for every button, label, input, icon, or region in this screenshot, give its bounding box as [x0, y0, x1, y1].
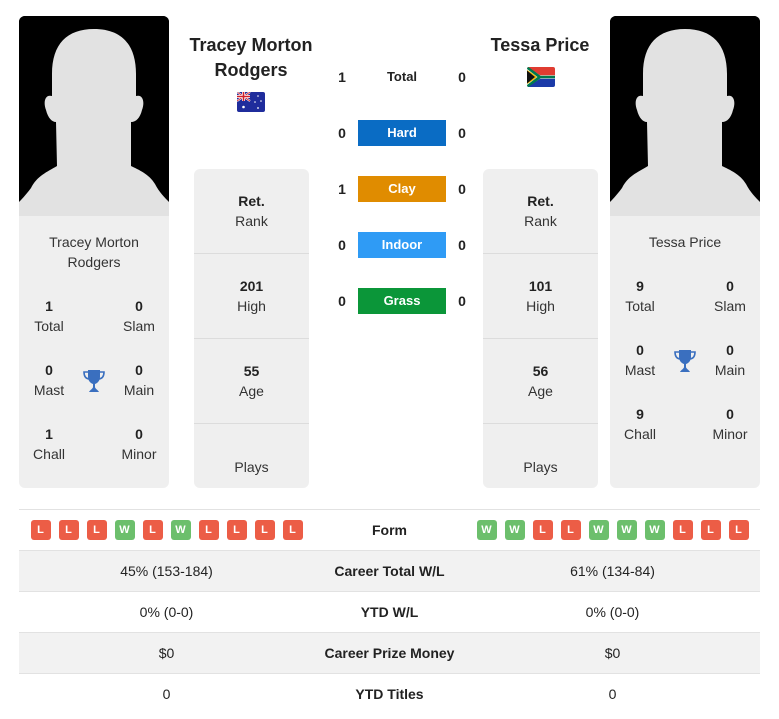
player1-career-prize-money: $0 — [158, 645, 175, 661]
h2h-clay-row: 1 Clay 0 — [330, 176, 475, 202]
ytd-titles-row: 0 YTD Titles 0 — [19, 673, 760, 714]
player1-ytd-titles: 0 — [162, 686, 171, 702]
player2-career-total-wl: 61% (134-84) — [570, 563, 655, 579]
player1-card-name: Tracey Morton Rodgers — [49, 234, 139, 270]
silhouette-icon — [19, 16, 169, 216]
form-label: Form — [372, 522, 407, 538]
form-result-badge[interactable]: L — [30, 520, 51, 540]
player2-ytd-wl: 0% (0-0) — [585, 604, 640, 620]
h2h-total-right: 0 — [458, 69, 466, 85]
player1-profile-card: Tracey Morton Rodgers 1 Total 0 Slam 0 M… — [19, 16, 169, 488]
player2-info-card: Ret. Rank 101 High 56 Age Plays — [483, 169, 598, 488]
south-africa-flag-icon — [527, 67, 555, 87]
surface-clay-badge[interactable]: Clay — [358, 176, 446, 202]
h2h-grass-right: 0 — [458, 293, 466, 309]
player2-titles-slam: 0 Slam — [714, 278, 746, 314]
ytd-titles-label: YTD Titles — [355, 686, 424, 702]
form-result-badge[interactable]: W — [114, 520, 135, 540]
h2h-hard-right: 0 — [458, 125, 466, 141]
surface-indoor-badge[interactable]: Indoor — [358, 232, 446, 258]
player2-form-list: WWLLWWWLLL — [465, 510, 760, 550]
player2-high: 101 High — [483, 254, 598, 339]
form-result-badge[interactable]: W — [170, 520, 191, 540]
form-row: LLLWLWLLLL Form WWLLWWWLLL — [19, 509, 760, 550]
player1-titles-minor: 0 Minor — [121, 426, 157, 462]
player2-form: WWLLWWWLLL — [465, 510, 760, 550]
form-result-badge[interactable]: L — [700, 520, 721, 540]
surface-grass-badge[interactable]: Grass — [358, 288, 446, 314]
player1-high: 201 High — [194, 254, 309, 339]
player2-career-prize-money: $0 — [604, 645, 621, 661]
silhouette-icon — [610, 16, 760, 216]
h2h-clay-left: 1 — [338, 181, 346, 197]
player2-titles-minor: 0 Minor — [712, 406, 748, 442]
h2h-grass-row: 0 Grass 0 — [330, 288, 475, 314]
player1-form: LLLWLWLLLL — [19, 510, 314, 550]
form-result-badge[interactable]: L — [86, 520, 107, 540]
player2-photo-placeholder — [610, 16, 760, 216]
player1-titles-slam: 0 Slam — [123, 298, 155, 334]
player1-career-total-wl: 45% (153-184) — [120, 563, 213, 579]
player1-form-list: LLLWLWLLLL — [19, 510, 314, 550]
player2-profile-card: Tessa Price 9 Total 0 Slam 0 Mast 0 Main… — [610, 16, 760, 488]
h2h-hard-row: 0 Hard 0 — [330, 120, 475, 146]
form-result-badge[interactable]: W — [504, 520, 525, 540]
player2-titles-total: 9 Total — [625, 278, 655, 314]
ytd-wl-row: 0% (0-0) YTD W/L 0% (0-0) — [19, 591, 760, 632]
form-result-badge[interactable]: L — [198, 520, 219, 540]
player1-titles-mast: 0 Mast — [33, 362, 65, 398]
player1-titles-total: 1 Total — [34, 298, 64, 334]
form-result-badge[interactable]: L — [532, 520, 553, 540]
player1-ytd-wl: 0% (0-0) — [139, 604, 194, 620]
form-result-badge[interactable]: L — [58, 520, 79, 540]
player1-plays: Plays — [234, 458, 269, 475]
player2-titles-main: 0 Main — [714, 342, 746, 378]
form-result-badge[interactable]: W — [476, 520, 497, 540]
form-result-badge[interactable]: L — [282, 520, 303, 540]
h2h-total-row: 1 Total 0 — [330, 64, 475, 90]
career-prize-money-label: Career Prize Money — [324, 645, 455, 661]
career-total-wl-row: 45% (153-184) Career Total W/L 61% (134-… — [19, 550, 760, 591]
surface-hard-badge[interactable]: Hard — [358, 120, 446, 146]
player1-titles-chall: 1 Chall — [33, 426, 65, 462]
player2-age: 56 Age — [483, 339, 598, 424]
form-result-badge[interactable]: W — [616, 520, 637, 540]
form-result-badge[interactable]: W — [588, 520, 609, 540]
form-result-badge[interactable]: W — [644, 520, 665, 540]
form-result-badge[interactable]: L — [254, 520, 275, 540]
form-result-badge[interactable]: L — [728, 520, 749, 540]
h2h-clay-right: 0 — [458, 181, 466, 197]
player1-age: 55 Age — [194, 339, 309, 424]
ytd-wl-label: YTD W/L — [360, 604, 419, 620]
career-total-wl-label: Career Total W/L — [334, 563, 445, 579]
h2h-indoor-row: 0 Indoor 0 — [330, 232, 475, 258]
player1-photo-placeholder — [19, 16, 169, 216]
player2-rank: Ret. Rank — [483, 169, 598, 254]
h2h-total-label: Total — [386, 69, 418, 84]
career-prize-money-row: $0 Career Prize Money $0 — [19, 632, 760, 673]
trophy-icon — [81, 368, 107, 394]
h2h-total-left: 1 — [338, 69, 346, 85]
form-result-badge[interactable]: L — [226, 520, 247, 540]
comparison-table: LLLWLWLLLL Form WWLLWWWLLL 45% (153-184)… — [19, 509, 760, 714]
player2-titles-mast: 0 Mast — [624, 342, 656, 378]
player2-name-heading[interactable]: Tessa Price — [470, 33, 610, 58]
player1-titles-main: 0 Main — [123, 362, 155, 398]
trophy-icon — [672, 348, 698, 374]
form-result-badge[interactable]: L — [560, 520, 581, 540]
form-result-badge[interactable]: L — [142, 520, 163, 540]
h2h-grass-left: 0 — [338, 293, 346, 309]
h2h-indoor-left: 0 — [338, 237, 346, 253]
player1-info-card: Ret. Rank 201 High 55 Age Plays — [194, 169, 309, 488]
player1-name-heading[interactable]: Tracey Morton Rodgers — [180, 33, 322, 83]
h2h-hard-left: 0 — [338, 125, 346, 141]
h2h-indoor-right: 0 — [458, 237, 466, 253]
player1-rank: Ret. Rank — [194, 169, 309, 254]
player2-titles-chall: 9 Chall — [624, 406, 656, 442]
australia-flag-icon — [237, 92, 265, 112]
player2-ytd-titles: 0 — [608, 686, 617, 702]
form-result-badge[interactable]: L — [672, 520, 693, 540]
player2-card-name: Tessa Price — [648, 234, 722, 250]
player2-plays: Plays — [523, 458, 558, 475]
